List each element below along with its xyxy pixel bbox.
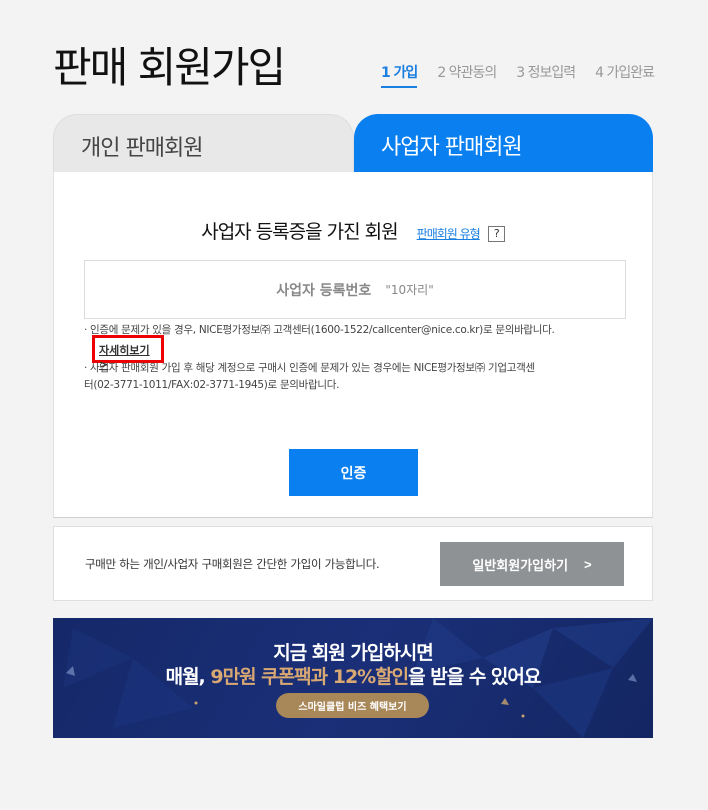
page-title: 판매 회원가입 bbox=[53, 43, 286, 92]
notice-bullet: · bbox=[84, 362, 88, 374]
notice-bullet: · bbox=[84, 324, 88, 336]
step-terms[interactable]: 2 약관동의 bbox=[437, 62, 497, 82]
member-type-tabs: 개인 판매회원 사업자 판매회원 bbox=[53, 114, 653, 172]
notice-business-account-text: 사업자 판매회원 가입 후 해당 계정으로 구매시 인증에 문제가 있는 경우에… bbox=[84, 362, 535, 391]
panel-heading-text: 사업자 등록증을 가진 회원 bbox=[201, 221, 398, 243]
tab-individual-seller[interactable]: 개인 판매회원 bbox=[53, 114, 354, 172]
banner-text-post: 을 받을 수 있어요 bbox=[408, 666, 541, 688]
smile-club-benefits-button[interactable]: 스마일클럽 비즈 혜택보기 bbox=[276, 693, 429, 718]
general-signup-description: 구매만 하는 개인/사업자 구매회원은 간단한 가입이 가능합니다. bbox=[85, 557, 380, 571]
banner-highlight: 9만원 쿠폰팩과 12%할인 bbox=[210, 666, 409, 688]
verify-button[interactable]: 인증 bbox=[289, 449, 418, 496]
banner-headline: 지금 회원 가입하시면 bbox=[273, 642, 434, 664]
seller-type-link[interactable]: 판매회원 유형 bbox=[417, 227, 481, 241]
step-signup[interactable]: 1 가입 bbox=[380, 62, 418, 88]
help-icon[interactable]: ? bbox=[487, 226, 505, 242]
general-signup-button[interactable]: 일반회원가입하기 > bbox=[440, 542, 624, 586]
business-seller-panel: 사업자 등록증을 가진 회원 판매회원 유형 ? 사업자 등록번호 "10자리"… bbox=[53, 172, 653, 518]
step-info[interactable]: 3 정보입력 bbox=[516, 62, 576, 82]
banner-subheadline: 매월, 9만원 쿠폰팩과 12%할인을 받을 수 있어요 bbox=[53, 662, 653, 689]
business-number-label: 사업자 등록번호 bbox=[276, 282, 372, 299]
smile-club-banner[interactable]: 지금 회원 가입하시면 매월, 9만원 쿠폰팩과 12%할인을 받을 수 있어요… bbox=[53, 618, 653, 738]
chevron-right-icon: > bbox=[584, 556, 592, 572]
panel-heading: 사업자 등록증을 가진 회원 판매회원 유형 ? bbox=[54, 217, 652, 244]
business-number-input[interactable]: 사업자 등록번호 "10자리" bbox=[84, 260, 626, 319]
business-number-hint: "10자리" bbox=[385, 283, 434, 297]
detail-view-link[interactable]: 자세히보기 > bbox=[92, 335, 164, 371]
signup-steps: 1 가입 2 약관동의 3 정보입력 4 가입완료 bbox=[380, 62, 655, 88]
banner-text-pre: 매월, bbox=[165, 666, 211, 688]
tab-business-seller[interactable]: 사업자 판매회원 bbox=[354, 114, 653, 172]
general-signup-box: 구매만 하는 개인/사업자 구매회원은 간단한 가입이 가능합니다. 일반회원가… bbox=[53, 526, 653, 601]
general-signup-button-label: 일반회원가입하기 bbox=[472, 557, 569, 573]
step-complete[interactable]: 4 가입완료 bbox=[595, 62, 655, 82]
notice-business-account: · 사업자 판매회원 가입 후 해당 계정으로 구매시 인증에 문제가 있는 경우… bbox=[84, 360, 544, 394]
